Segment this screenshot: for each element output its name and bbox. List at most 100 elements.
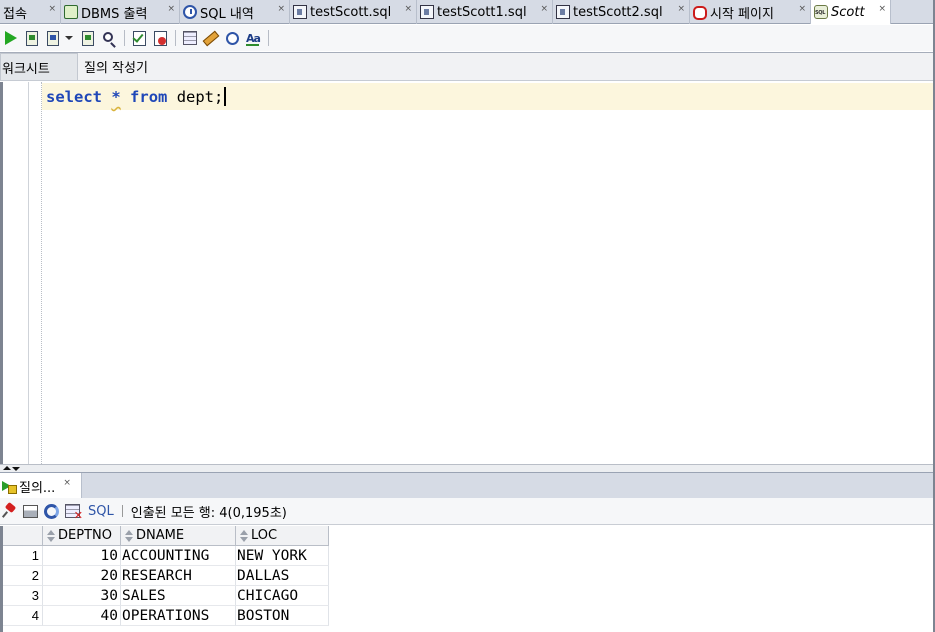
- close-icon[interactable]: ×: [671, 4, 685, 14]
- results-tab-strip: 질의... ×: [0, 472, 935, 499]
- column-header-deptno[interactable]: DEPTNO: [43, 526, 121, 546]
- table-row[interactable]: 2 20 RESEARCH DALLAS: [3, 566, 329, 586]
- sql-editor[interactable]: select * from dept;: [0, 82, 935, 464]
- tab-connections[interactable]: 접속 ×: [0, 0, 61, 24]
- row-number: 2: [3, 566, 43, 586]
- tab-label: 접속: [3, 6, 27, 22]
- cell-dname[interactable]: SALES: [121, 586, 236, 606]
- column-header-loc[interactable]: LOC: [236, 526, 329, 546]
- panel-splitter[interactable]: [0, 464, 935, 472]
- sql-keyword-from: from: [130, 88, 168, 106]
- commit-check-icon: [132, 30, 146, 46]
- commit-button[interactable]: [130, 29, 148, 47]
- cell-loc[interactable]: NEW YORK: [236, 546, 329, 566]
- close-icon[interactable]: ×: [872, 4, 886, 14]
- cell-loc[interactable]: DALLAS: [236, 566, 329, 586]
- sql-link[interactable]: SQL: [88, 504, 114, 519]
- rollback-button[interactable]: [151, 29, 169, 47]
- table-row[interactable]: 3 30 SALES CHICAGO: [3, 586, 329, 606]
- cell-deptno[interactable]: 40: [43, 606, 121, 626]
- cell-dname[interactable]: ACCOUNTING: [121, 546, 236, 566]
- tab-dbms-output[interactable]: DBMS 출력 ×: [61, 0, 180, 24]
- close-icon[interactable]: ×: [271, 4, 285, 14]
- sql-tuning-button[interactable]: [100, 29, 118, 47]
- cell-deptno[interactable]: 30: [43, 586, 121, 606]
- run-script-button[interactable]: [23, 29, 41, 47]
- query-result-icon: [2, 479, 17, 494]
- results-toolbar: SQL 인출된 모든 행: 4(0,195초): [0, 498, 935, 525]
- history-button[interactable]: [223, 29, 241, 47]
- sort-icon: [239, 529, 249, 543]
- text-caret: [224, 87, 227, 106]
- run-statement-button[interactable]: [2, 29, 20, 47]
- tab-label: testScott1.sql: [437, 4, 527, 20]
- sort-icon: [46, 529, 56, 543]
- collapse-up-icon[interactable]: [3, 466, 11, 470]
- editor-tab-strip: 접속 × DBMS 출력 × SQL 내역 × testScott.sql × …: [0, 0, 935, 24]
- close-icon[interactable]: ×: [42, 4, 56, 14]
- table-row[interactable]: 4 40 OPERATIONS BOSTON: [3, 606, 329, 626]
- cell-deptno[interactable]: 20: [43, 566, 121, 586]
- editor-gutter: [28, 82, 29, 464]
- sql-file-icon: [420, 5, 434, 19]
- row-number: 1: [3, 546, 43, 566]
- autotrace-button[interactable]: [44, 29, 62, 47]
- row-number: 4: [3, 606, 43, 626]
- tab-testscott-sql[interactable]: testScott.sql ×: [290, 0, 417, 24]
- tab-testscott1-sql[interactable]: testScott1.sql ×: [417, 0, 553, 24]
- tab-scott-worksheet[interactable]: Scott ×: [811, 0, 891, 24]
- run-icon: [5, 31, 17, 45]
- worksheet-subtabs: 워크시트 질의 작성기: [0, 52, 935, 81]
- column-header-dname[interactable]: DNAME: [121, 526, 236, 546]
- close-icon[interactable]: ×: [534, 4, 548, 14]
- pin-icon[interactable]: [3, 504, 17, 518]
- row-number: 3: [3, 586, 43, 606]
- cell-loc[interactable]: CHICAGO: [236, 586, 329, 606]
- explain-plan-button[interactable]: [79, 29, 97, 47]
- sql-file-icon: [293, 5, 307, 19]
- tab-label: testScott.sql: [310, 4, 392, 20]
- tab-sql-history[interactable]: SQL 내역 ×: [180, 0, 290, 24]
- sql-star: *: [111, 88, 121, 106]
- tab-label: Scott: [831, 4, 865, 20]
- print-icon[interactable]: [23, 504, 38, 518]
- worksheet-toolbar: Aa: [0, 25, 935, 51]
- cell-deptno[interactable]: 10: [43, 546, 121, 566]
- sort-icon: [124, 529, 134, 543]
- close-icon[interactable]: ×: [63, 478, 71, 488]
- tab-label: 시작 페이지: [710, 6, 774, 22]
- tab-testscott2-sql[interactable]: testScott2.sql ×: [553, 0, 690, 24]
- magnifier-icon: [102, 31, 113, 42]
- column-header-label: LOC: [251, 528, 278, 543]
- table-row[interactable]: 1 10 ACCOUNTING NEW YORK: [3, 546, 329, 566]
- tab-label: testScott2.sql: [573, 4, 663, 20]
- collapse-down-icon[interactable]: [12, 467, 20, 471]
- cell-dname[interactable]: RESEARCH: [121, 566, 236, 586]
- refresh-icon[interactable]: [44, 503, 59, 519]
- clock-icon: [225, 31, 239, 45]
- row-number-header: [3, 526, 43, 546]
- case-convert-button[interactable]: Aa: [244, 29, 262, 47]
- explain-plan-icon: [82, 30, 94, 46]
- tab-query-result[interactable]: 질의... ×: [0, 473, 82, 499]
- close-icon[interactable]: ×: [161, 4, 175, 14]
- tab-query-builder[interactable]: 질의 작성기: [78, 53, 152, 80]
- tab-start-page[interactable]: 시작 페이지 ×: [690, 0, 811, 24]
- sql-file-icon: [556, 5, 570, 19]
- tab-worksheet[interactable]: 워크시트: [0, 53, 78, 80]
- sql-worksheet-icon: [814, 5, 828, 19]
- close-icon[interactable]: ×: [792, 4, 806, 14]
- code-line[interactable]: select * from dept;: [46, 87, 227, 106]
- unshared-sql-button[interactable]: [181, 29, 199, 47]
- delete-grid-icon[interactable]: [65, 504, 83, 522]
- close-icon[interactable]: ×: [398, 4, 412, 14]
- results-grid[interactable]: DEPTNO DNAME LOC 1 10 ACCOUNTING NEW YOR…: [0, 526, 935, 632]
- clear-button[interactable]: [202, 29, 220, 47]
- cell-dname[interactable]: OPERATIONS: [121, 606, 236, 626]
- chevron-down-icon[interactable]: [65, 36, 73, 40]
- grid-icon: [183, 31, 197, 45]
- cell-loc[interactable]: BOSTON: [236, 606, 329, 626]
- toolbar-separator: [124, 30, 125, 46]
